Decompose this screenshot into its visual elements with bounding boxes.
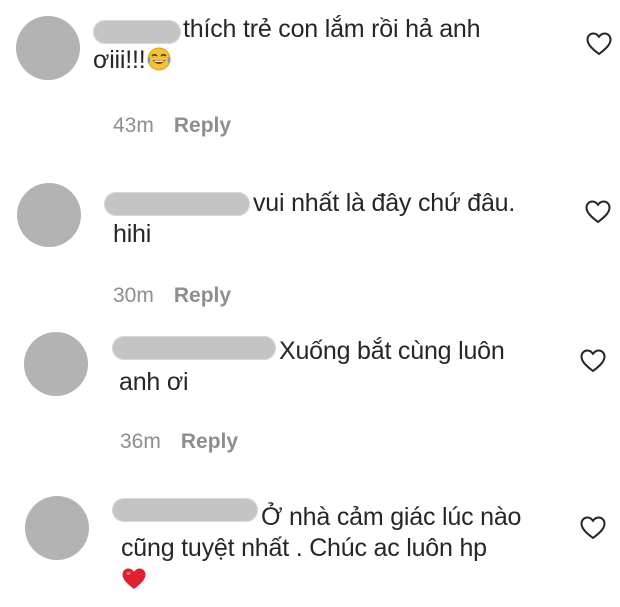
comment-meta: 36m Reply: [120, 430, 238, 454]
heart-icon[interactable]: [586, 32, 612, 56]
comment-text-line-2: hihi: [113, 220, 152, 248]
comment-text: Ở nhà cảm giác lúc nào cũng tuyệt nhất .…: [121, 502, 521, 599]
comment-text-line-1: thích trẻ con lắm rồi hả anh: [183, 15, 481, 43]
comment-time: 43m: [113, 114, 154, 137]
avatar[interactable]: [25, 496, 89, 560]
reply-button[interactable]: Reply: [181, 430, 238, 453]
avatar[interactable]: [24, 332, 88, 396]
comment-text-line-1: vui nhất là đây chứ đâu.: [253, 189, 516, 217]
comment-meta: 30m Reply: [113, 284, 231, 308]
comment-text-line-2: cũng tuyệt nhất . Chúc ac luôn hp: [121, 534, 487, 562]
reply-button[interactable]: Reply: [174, 114, 231, 137]
red-heart-icon: [121, 567, 147, 599]
avatar[interactable]: [16, 16, 80, 80]
comment-meta: 43m Reply: [113, 114, 231, 138]
comment-text: vui nhất là đây chứ đâu. hihi: [113, 188, 515, 250]
comment-text: Xuống bắt cùng luôn anh ơi: [119, 336, 505, 398]
heart-icon[interactable]: [585, 200, 611, 224]
comment-time: 36m: [120, 430, 161, 453]
comment-text-line-1: Ở nhà cảm giác lúc nào: [261, 503, 522, 531]
comment-text: thích trẻ con lắm rồi hả anh ơiii!!!: [93, 14, 481, 80]
comment-time: 30m: [113, 284, 154, 307]
comment-text-line-2: ơiii!!!: [93, 46, 146, 74]
comment-text-line-2: anh ơi: [119, 368, 189, 396]
comment-text-line-1: Xuống bắt cùng luôn: [279, 337, 505, 365]
heart-icon[interactable]: [580, 349, 606, 373]
avatar[interactable]: [17, 183, 81, 247]
reply-button[interactable]: Reply: [174, 284, 231, 307]
face-with-tears-of-joy-icon: [146, 46, 172, 80]
heart-icon[interactable]: [580, 516, 606, 540]
